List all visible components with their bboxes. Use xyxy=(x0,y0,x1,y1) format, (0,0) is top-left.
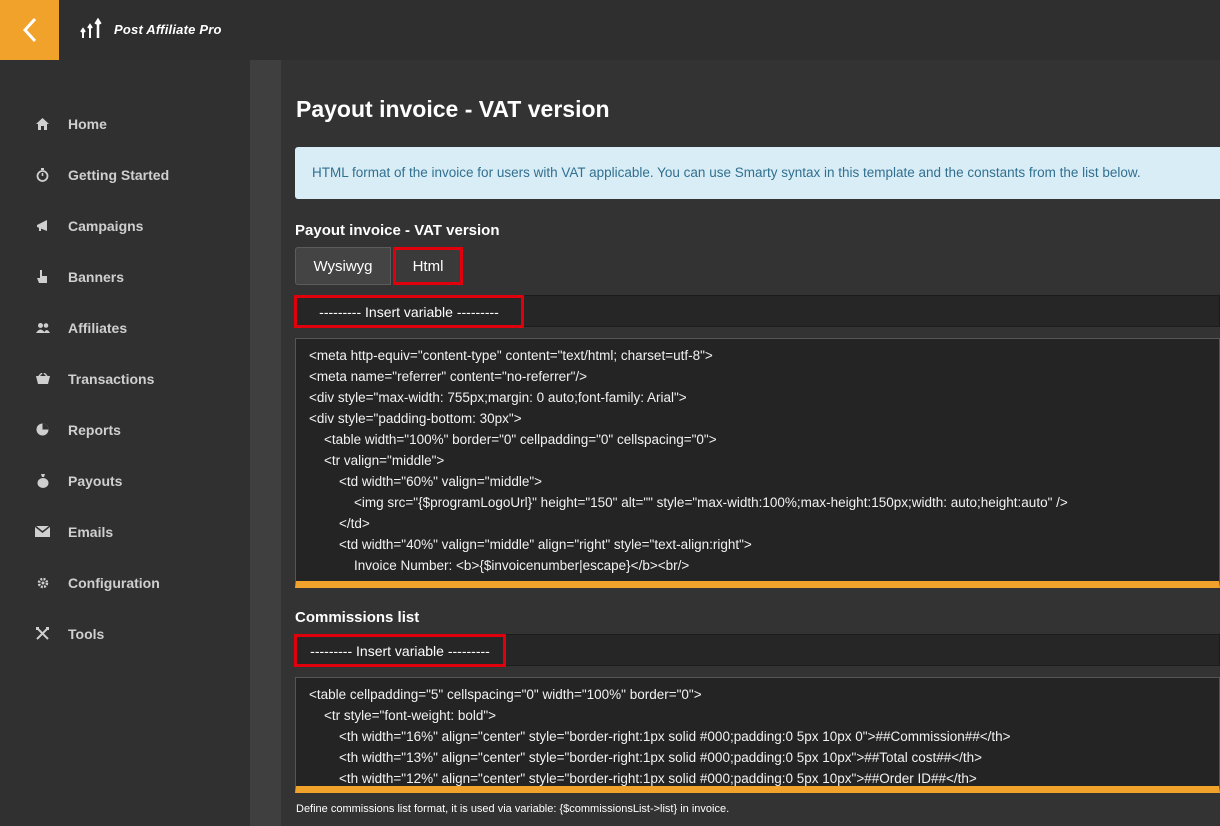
app-logo[interactable]: Post Affiliate Pro xyxy=(80,18,222,40)
app-name: Post Affiliate Pro xyxy=(114,21,222,37)
info-text: HTML format of the invoice for users wit… xyxy=(312,165,1141,180)
stopwatch-icon xyxy=(35,167,50,182)
commissions-insert-variable-select[interactable]: --------- Insert variable --------- xyxy=(294,634,506,667)
code-line: Invoice Date: <b>{$date|date_format:'%b … xyxy=(309,579,717,588)
code-line: <meta name="referrer" content="no-referr… xyxy=(309,369,588,384)
sidebar-item-label: Campaigns xyxy=(68,217,144,234)
code-line: <div style="max-width: 755px;margin: 0 a… xyxy=(309,390,687,405)
sidebar-item-configuration[interactable]: Configuration xyxy=(0,557,250,608)
commissions-section-label: Commissions list xyxy=(295,609,420,626)
sidebar-item-payouts[interactable]: Payouts xyxy=(0,455,250,506)
sidebar-item-label: Home xyxy=(68,115,107,132)
code-line: <table cellpadding="5" cellspacing="0" w… xyxy=(309,687,702,702)
code-line: <th width="12%" align="center" style="bo… xyxy=(309,771,977,786)
sidebar-item-label: Configuration xyxy=(68,574,160,591)
tab-html[interactable]: Html xyxy=(393,247,463,285)
invoice-section-label: Payout invoice - VAT version xyxy=(295,222,500,239)
money-bag-icon xyxy=(35,473,50,488)
commissions-variable-toolbar: --------- Insert variable --------- xyxy=(294,634,1220,667)
main-content: Payout invoice - VAT version HTML format… xyxy=(281,60,1220,826)
home-icon xyxy=(35,116,50,131)
info-alert: HTML format of the invoice for users wit… xyxy=(295,147,1220,199)
sidebar-item-label: Transactions xyxy=(68,370,155,387)
commissions-html-editor[interactable]: <table cellpadding="5" cellspacing="0" w… xyxy=(295,677,1220,793)
sidebar-divider xyxy=(250,60,281,826)
logo-arrows-icon xyxy=(80,18,102,38)
sidebar-item-banners[interactable]: Banners xyxy=(0,251,250,302)
code-line: <tr style="font-weight: bold"> xyxy=(309,708,497,723)
sidebar-item-label: Tools xyxy=(68,625,105,642)
sidebar-item-emails[interactable]: Emails xyxy=(0,506,250,557)
code-line: Invoice Number: <b>{$invoicenumber|escap… xyxy=(309,558,690,573)
code-line: <meta http-equiv="content-type" content=… xyxy=(309,348,713,363)
sidebar-item-home[interactable]: Home xyxy=(0,98,250,149)
invoice-html-editor[interactable]: <meta http-equiv="content-type" content=… xyxy=(295,338,1220,588)
basket-icon xyxy=(35,371,50,386)
commissions-hint: Define commissions list format, it is us… xyxy=(296,803,730,815)
sidebar-item-campaigns[interactable]: Campaigns xyxy=(0,200,250,251)
sidebar-item-affiliates[interactable]: Affiliates xyxy=(0,302,250,353)
sidebar-item-transactions[interactable]: Transactions xyxy=(0,353,250,404)
sidebar-nav: Home Getting Started Campaigns Banners A… xyxy=(0,98,250,659)
code-line: <tr valign="middle"> xyxy=(309,453,445,468)
code-line: <td width="40%" valign="middle" align="r… xyxy=(309,537,752,552)
chevron-left-icon xyxy=(22,17,36,43)
tools-icon xyxy=(35,626,50,641)
sidebar-item-label: Emails xyxy=(68,523,114,540)
top-bar: Post Affiliate Pro xyxy=(0,0,1220,60)
sidebar-item-label: Affiliates xyxy=(68,319,128,336)
pointer-hand-icon xyxy=(35,269,50,284)
code-line: <td width="60%" valign="middle"> xyxy=(309,474,543,489)
code-line: <div style="padding-bottom: 30px"> xyxy=(309,411,522,426)
back-button[interactable] xyxy=(0,0,59,60)
code-line: <img src="{$programLogoUrl}" height="150… xyxy=(309,495,1068,510)
sidebar-item-label: Payouts xyxy=(68,472,123,489)
sidebar-item-reports[interactable]: Reports xyxy=(0,404,250,455)
pie-chart-icon xyxy=(35,422,50,437)
sidebar: Home Getting Started Campaigns Banners A… xyxy=(0,60,250,826)
sidebar-item-label: Reports xyxy=(68,421,121,438)
code-line: <table width="100%" border="0" cellpaddi… xyxy=(309,432,717,447)
sidebar-item-tools[interactable]: Tools xyxy=(0,608,250,659)
page-title: Payout invoice - VAT version xyxy=(296,96,610,122)
users-icon xyxy=(35,320,50,335)
code-line: </td> xyxy=(309,516,370,531)
sidebar-item-getting-started[interactable]: Getting Started xyxy=(0,149,250,200)
gear-icon xyxy=(35,575,50,590)
envelope-icon xyxy=(35,524,50,539)
code-line: <th width="16%" align="center" style="bo… xyxy=(309,729,1011,744)
megaphone-icon xyxy=(35,218,50,233)
sidebar-item-label: Getting Started xyxy=(68,166,170,183)
invoice-variable-toolbar: --------- Insert variable --------- xyxy=(294,295,1220,328)
code-line: <th width="13%" align="center" style="bo… xyxy=(309,750,983,765)
sidebar-item-label: Banners xyxy=(68,268,125,285)
editor-mode-tabs: Wysiwyg Html xyxy=(295,247,463,285)
tab-wysiwyg[interactable]: Wysiwyg xyxy=(295,247,391,285)
invoice-insert-variable-select[interactable]: --------- Insert variable --------- xyxy=(294,295,524,328)
